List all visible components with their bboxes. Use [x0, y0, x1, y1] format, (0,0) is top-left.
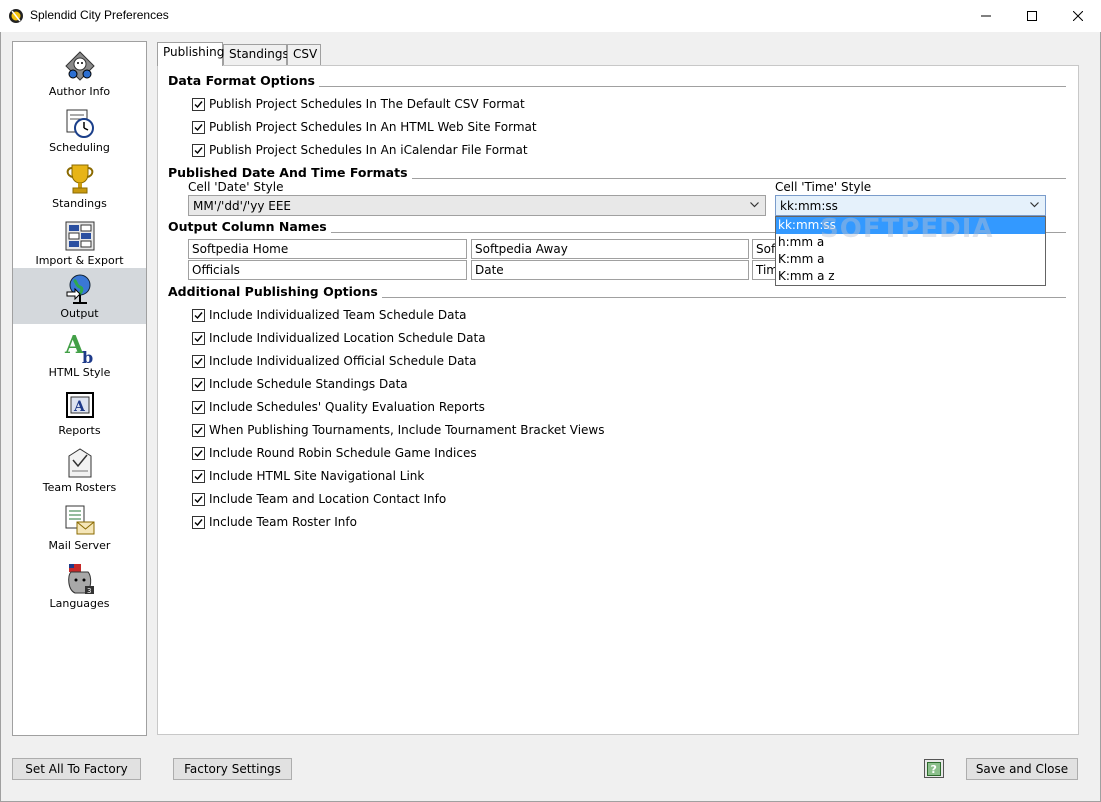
maximize-icon — [1027, 11, 1037, 21]
sidebar-item-label: Languages — [49, 597, 110, 610]
window-title: Splendid City Preferences — [30, 8, 169, 22]
sidebar-item-reports[interactable]: A Reports — [13, 385, 146, 441]
sidebar-item-import-export[interactable]: Import & Export — [13, 215, 146, 271]
svg-text:b: b — [82, 348, 93, 365]
mail-server-icon — [65, 505, 94, 535]
trophy-icon — [66, 164, 93, 194]
publishing-panel — [157, 65, 1079, 735]
svg-text:3: 3 — [87, 587, 91, 595]
sidebar-item-team-rosters[interactable]: Team Rosters — [13, 442, 146, 498]
preferences-frame: Author Info Scheduling Standings Import … — [0, 32, 1101, 802]
category-sidebar: Author Info Scheduling Standings Import … — [12, 41, 147, 736]
sidebar-item-label: HTML Style — [48, 366, 111, 379]
svg-text:A: A — [73, 399, 86, 415]
minimize-button[interactable] — [963, 0, 1009, 32]
tab-publishing[interactable]: Publishing — [157, 42, 224, 66]
minimize-icon — [981, 15, 991, 17]
sidebar-item-scheduling[interactable]: Scheduling — [13, 102, 146, 158]
sidebar-item-languages[interactable]: 3 Languages — [13, 558, 146, 614]
languages-icon: 3 — [67, 564, 94, 595]
maximize-button[interactable] — [1009, 0, 1055, 32]
sidebar-item-label: Standings — [52, 197, 107, 210]
sidebar-item-label: Output — [60, 307, 99, 320]
sidebar-item-output[interactable]: Output — [13, 268, 146, 324]
sidebar-item-label: Scheduling — [49, 141, 110, 154]
close-icon — [1073, 11, 1083, 21]
sidebar-item-standings[interactable]: Standings — [13, 158, 146, 214]
svg-text:A: A — [64, 331, 84, 359]
sidebar-item-mail-server[interactable]: Mail Server — [13, 500, 146, 556]
html-style-icon: A b — [64, 331, 93, 365]
title-bar: Splendid City Preferences — [0, 0, 1101, 32]
app-logo-icon — [8, 8, 24, 24]
sidebar-item-label: Import & Export — [35, 254, 124, 267]
team-rosters-icon — [68, 448, 91, 478]
scheduling-clock-icon — [66, 109, 94, 138]
close-button[interactable] — [1055, 0, 1101, 32]
tab-csv[interactable]: CSV — [287, 44, 321, 65]
import-export-icon — [65, 221, 94, 251]
sidebar-item-label: Author Info — [48, 85, 111, 98]
globe-output-icon — [66, 274, 90, 304]
sidebar-item-author-info[interactable]: Author Info — [13, 46, 146, 102]
sidebar-item-label: Team Rosters — [42, 481, 117, 494]
tab-standings[interactable]: Standings — [223, 44, 289, 65]
sidebar-item-label: Reports — [58, 424, 101, 437]
sidebar-item-html-style[interactable]: A b HTML Style — [13, 327, 146, 383]
reports-icon: A — [65, 392, 94, 418]
sidebar-item-label: Mail Server — [48, 539, 111, 552]
author-info-icon — [64, 51, 95, 81]
